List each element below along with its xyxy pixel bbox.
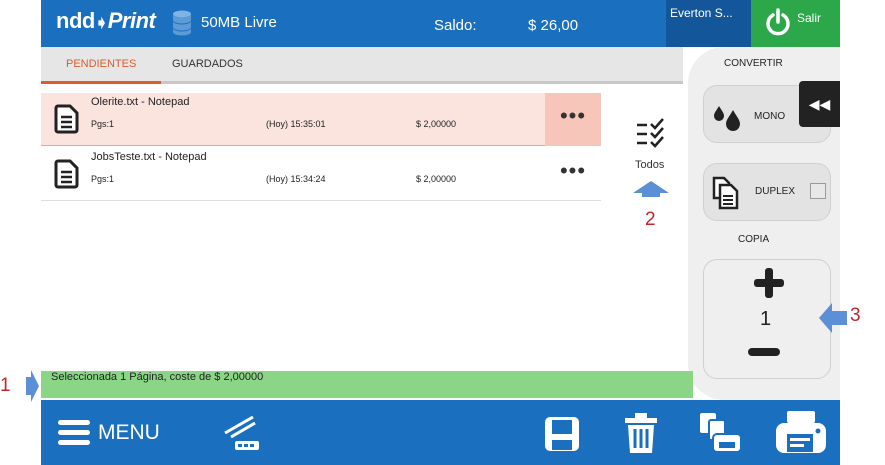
annotation-arrow-left-icon [818,302,848,339]
logout-label: Salir [797,11,822,25]
document-icon [54,104,80,139]
storage-free-text: 50MB Livre [201,14,277,31]
user-name: Everton S... [670,6,733,20]
logout-button[interactable]: Salir [751,0,840,47]
ink-drops-icon [711,104,745,139]
plus-icon [754,268,784,298]
selection-status-text: Seleccionada 1 Página, coste de $ 2,0000… [51,371,264,383]
annotation-1: 1 [0,375,11,396]
balance-value: $ 26,00 [528,17,579,34]
top-bar: ndd➧Print 50MB Livre Saldo: $ 26,00 Ever… [41,0,840,47]
print-options-panel: CONVERTIR MONO ◀◀ DUPLEX COPIA 1 [688,47,840,400]
job-row[interactable]: JobsTeste.txt - Notepad Pgs:1 (Hoy) 15:3… [41,148,601,201]
hamburger-icon[interactable] [58,419,90,452]
select-all-label[interactable]: Todos [635,159,664,171]
job-row[interactable]: Olerite.txt - Notepad Pgs:1 (Hoy) 15:35:… [41,93,601,146]
job-price: $ 2,00000 [416,119,457,129]
job-more-button[interactable]: ••• [545,93,601,146]
duplex-option[interactable]: DUPLEX [703,163,831,221]
convert-heading: CONVERTIR [724,58,783,69]
job-pages: Pgs:1 [91,174,115,184]
tab-pendientes[interactable]: PENDIENTES [66,58,136,70]
decrease-copies-button[interactable] [748,346,782,358]
printer-icon[interactable] [775,410,827,461]
copies-heading: COPIA [738,234,770,245]
annotation-2: 2 [645,209,656,230]
user-menu[interactable]: Everton S... [666,0,751,47]
app-logo: ndd➧Print [56,8,156,33]
more-icon: ••• [559,102,587,128]
trash-icon[interactable] [624,412,658,459]
duplex-checkbox[interactable] [810,183,826,199]
database-icon [172,10,192,41]
minus-icon [748,348,780,356]
job-pages: Pgs:1 [91,119,115,129]
mono-label: MONO [754,111,786,122]
job-tabs: PENDIENTES GUARDADOS [41,47,683,84]
power-icon [765,7,791,42]
bottom-toolbar: MENU [41,400,840,465]
duplex-icon [711,176,741,215]
duplex-label: DUPLEX [755,186,796,197]
selection-status-bar: Seleccionada 1 Página, coste de $ 2,0000… [41,371,693,398]
menu-button[interactable]: MENU [98,421,160,445]
job-more-button[interactable]: ••• [545,148,601,201]
rewind-icon: ◀◀ [808,95,831,112]
scanner-icon[interactable] [221,413,263,458]
collapse-panel-button[interactable]: ◀◀ [799,81,840,127]
job-name: Olerite.txt - Notepad [91,96,190,108]
checklist-icon[interactable] [635,117,667,156]
annotation-3: 3 [850,305,861,326]
more-icon: ••• [559,157,587,183]
ndd-print-app: ndd➧Print 50MB Livre Saldo: $ 26,00 Ever… [41,0,840,465]
job-time: (Hoy) 15:35:01 [266,119,326,129]
job-name: JobsTeste.txt - Notepad [91,151,207,163]
job-price: $ 2,00000 [416,174,457,184]
active-tab-indicator [41,81,161,84]
save-icon[interactable] [544,416,580,457]
document-icon [54,159,80,194]
annotation-arrow-right-icon [25,369,40,408]
arrow-up-icon [632,180,670,203]
job-time: (Hoy) 15:34:24 [266,174,326,184]
copies-stepper: 1 [703,259,831,379]
increase-copies-button[interactable] [752,266,786,300]
copy-print-icon[interactable] [699,412,743,459]
tab-guardados[interactable]: GUARDADOS [172,58,243,70]
balance-label: Saldo: [434,17,477,34]
copies-count: 1 [760,308,772,330]
